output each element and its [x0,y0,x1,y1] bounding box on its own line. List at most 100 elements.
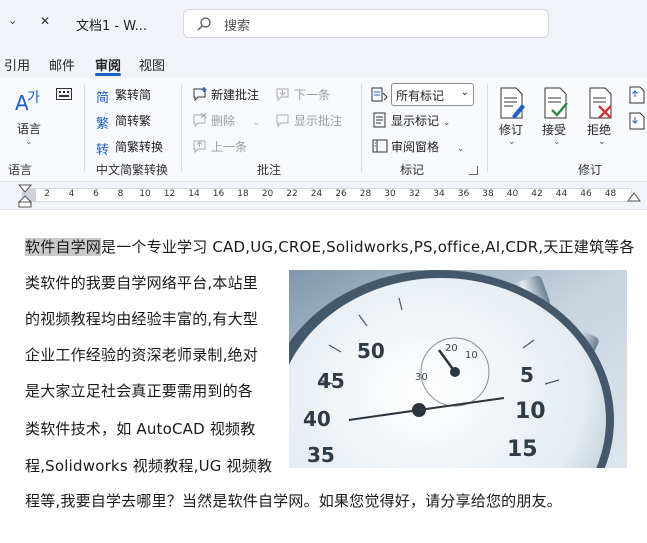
delete-comment-label: 删除 [211,114,236,128]
tab-mailings[interactable]: 邮件 [49,55,75,74]
svg-text:가: 가 [27,90,40,106]
accept-icon [544,87,568,119]
customize-toolbar-chevron-icon[interactable]: ⌄ [8,14,17,27]
ribbon: A 가 语言 ⌄ 语言 简繁转简 繁简转繁 转简繁转换 中文简繁转换 新建批注 … [0,78,647,182]
tab-references[interactable]: 引用 [4,55,30,74]
accept-chevron-icon[interactable]: ⌄ [553,137,561,147]
ruler-tick-label: 28 [359,189,372,199]
ruler-tick-label: 46 [580,189,592,199]
horizontal-ruler[interactable]: 2 4 6 8 10 12 14 16 18 20 22 24 26 28 30 32 34 36 38 40 42 44… [0,182,647,210]
reject-icon [589,87,612,119]
document-canvas[interactable]: 软件自学网是一个专业学习 CAD,UG,CROE,Solidworks,PS,o… [0,210,647,543]
reviewing-pane-label: 审阅窗格 [391,140,440,154]
next-change-icon[interactable] [627,112,647,130]
reviewing-pane-icon [372,139,388,153]
to-traditional-button[interactable]: 繁简转繁 [96,112,151,132]
dial-number: 50 [357,339,385,363]
reject-button[interactable]: 拒绝 [587,121,611,138]
group-separator [487,84,488,172]
group-label-language: 语言 [8,163,33,177]
keyboard-icon[interactable] [56,88,72,100]
tab-view[interactable]: 视图 [139,55,165,74]
right-indent-marker-icon[interactable] [627,192,641,202]
tracking-dialog-launcher-icon[interactable] [469,166,478,175]
next-comment-icon [276,88,289,102]
new-comment-icon [193,87,207,102]
group-separator [84,84,85,172]
track-changes-icon [500,87,525,119]
previous-change-icon[interactable] [627,86,647,104]
dial-number: 10 [515,399,546,424]
ruler-tick-label: 12 [163,189,176,199]
previous-comment-button[interactable]: 上一条 [192,138,247,155]
previous-comment-icon [193,140,206,154]
document-title: 文档1 - W... [76,19,147,34]
reviewing-pane-chevron-icon[interactable]: ⌄ [457,144,465,154]
show-markup-icon [373,112,386,128]
convert-icon: 转 [96,143,110,158]
show-markup-chevron-icon: ⌄ [442,118,451,128]
doc-line-2: 类软件的我要自学网络平台,本站里 [25,274,258,292]
search-placeholder: 搜索 [224,19,251,34]
doc-line-4: 企业工作经验的资深老师录制,绝对 [25,346,258,364]
previous-comment-label: 上一条 [211,140,248,154]
ruler-tick-label: 10 [139,189,151,199]
search-box[interactable]: 搜索 [183,9,549,38]
show-comments-button[interactable]: 显示批注 [275,112,342,129]
next-comment-button[interactable]: 下一条 [275,86,330,103]
language-icon[interactable]: A 가 [14,86,46,116]
doc-line-8: 程等,我要自学去哪里？当然是软件自学网。如果您觉得好，请分享给您的朋友。 [25,492,562,510]
convert-button[interactable]: 转简繁转换 [96,138,164,158]
search-icon [197,17,211,31]
track-changes-chevron-icon[interactable]: ⌄ [508,137,516,147]
to-simplified-button[interactable]: 简繁转简 [96,86,151,106]
language-button[interactable]: 语言 [17,120,41,137]
ruler-tick-label: 8 [117,189,124,199]
markup-display-icon [371,87,388,102]
delete-dropdown-chevron-icon[interactable]: ⌄ [253,118,261,128]
markup-select-value: 所有标记 [396,89,445,103]
ruler-tick-label: 16 [212,189,225,199]
dial-number: 35 [307,443,335,467]
ruler-tick-label: 6 [93,189,99,199]
language-dropdown-chevron-icon[interactable]: ⌄ [25,137,33,147]
track-changes-button[interactable]: 修订 [499,121,523,138]
ruler-tick-label: 44 [555,189,568,199]
new-comment-label: 新建批注 [211,88,260,102]
indent-marker-icon[interactable] [18,184,32,208]
to-traditional-icon: 繁 [96,117,110,132]
dial-number: 15 [507,437,538,462]
reject-chevron-icon[interactable]: ⌄ [598,137,606,147]
show-markup-button[interactable]: 显示标记 ⌄ [372,112,450,129]
stopwatch-image[interactable]: 50 45 40 35 10 15 5 20 10 30 [289,270,627,468]
ruler-tick-label: 14 [188,189,200,199]
chevron-down-icon: ⌄ [460,87,469,98]
dial-number: 45 [317,369,345,393]
tab-review[interactable]: 审阅 [95,55,121,74]
doc-line-7: 程,Solidworks 视频教程,UG 视频教 [25,457,273,475]
group-separator [181,84,182,172]
delete-comment-icon [193,112,207,128]
accept-button[interactable]: 接受 [542,121,566,138]
show-comments-label: 显示批注 [294,114,343,128]
doc-line-3: 的视频教程均由经验丰富的,有大型 [25,310,258,328]
ruler-tick-label: 32 [408,189,421,199]
group-label-changes: 修订 [578,163,603,177]
doc-line-1-text: 是一个专业学习 CAD,UG,CROE,Solidworks,PS,office… [101,238,635,256]
ruler-tick-label: 24 [310,189,323,199]
group-separator [361,84,362,172]
ruler-tick-label: 18 [237,189,249,199]
doc-line-5: 是大家立足社会真正要需用到的各 [25,382,254,400]
delete-comment-button[interactable]: 删除 ⌄ [192,112,260,129]
convert-label: 简繁转换 [115,140,164,154]
group-label-comments: 批注 [257,163,282,177]
reviewing-pane-button[interactable]: 审阅窗格 ⌄ [372,138,464,155]
subdial-number: 20 [445,343,458,354]
show-comments-icon [276,114,289,128]
close-icon[interactable]: ✕ [40,14,50,28]
ruler-tick-label: 48 [604,189,617,199]
selected-text[interactable]: 软件自学网 [25,238,102,256]
doc-line-1: 软件自学网是一个专业学习 CAD,UG,CROE,Solidworks,PS,o… [25,236,635,257]
new-comment-button[interactable]: 新建批注 [192,86,259,103]
markup-select[interactable]: 所有标记 ⌄ [391,83,474,106]
